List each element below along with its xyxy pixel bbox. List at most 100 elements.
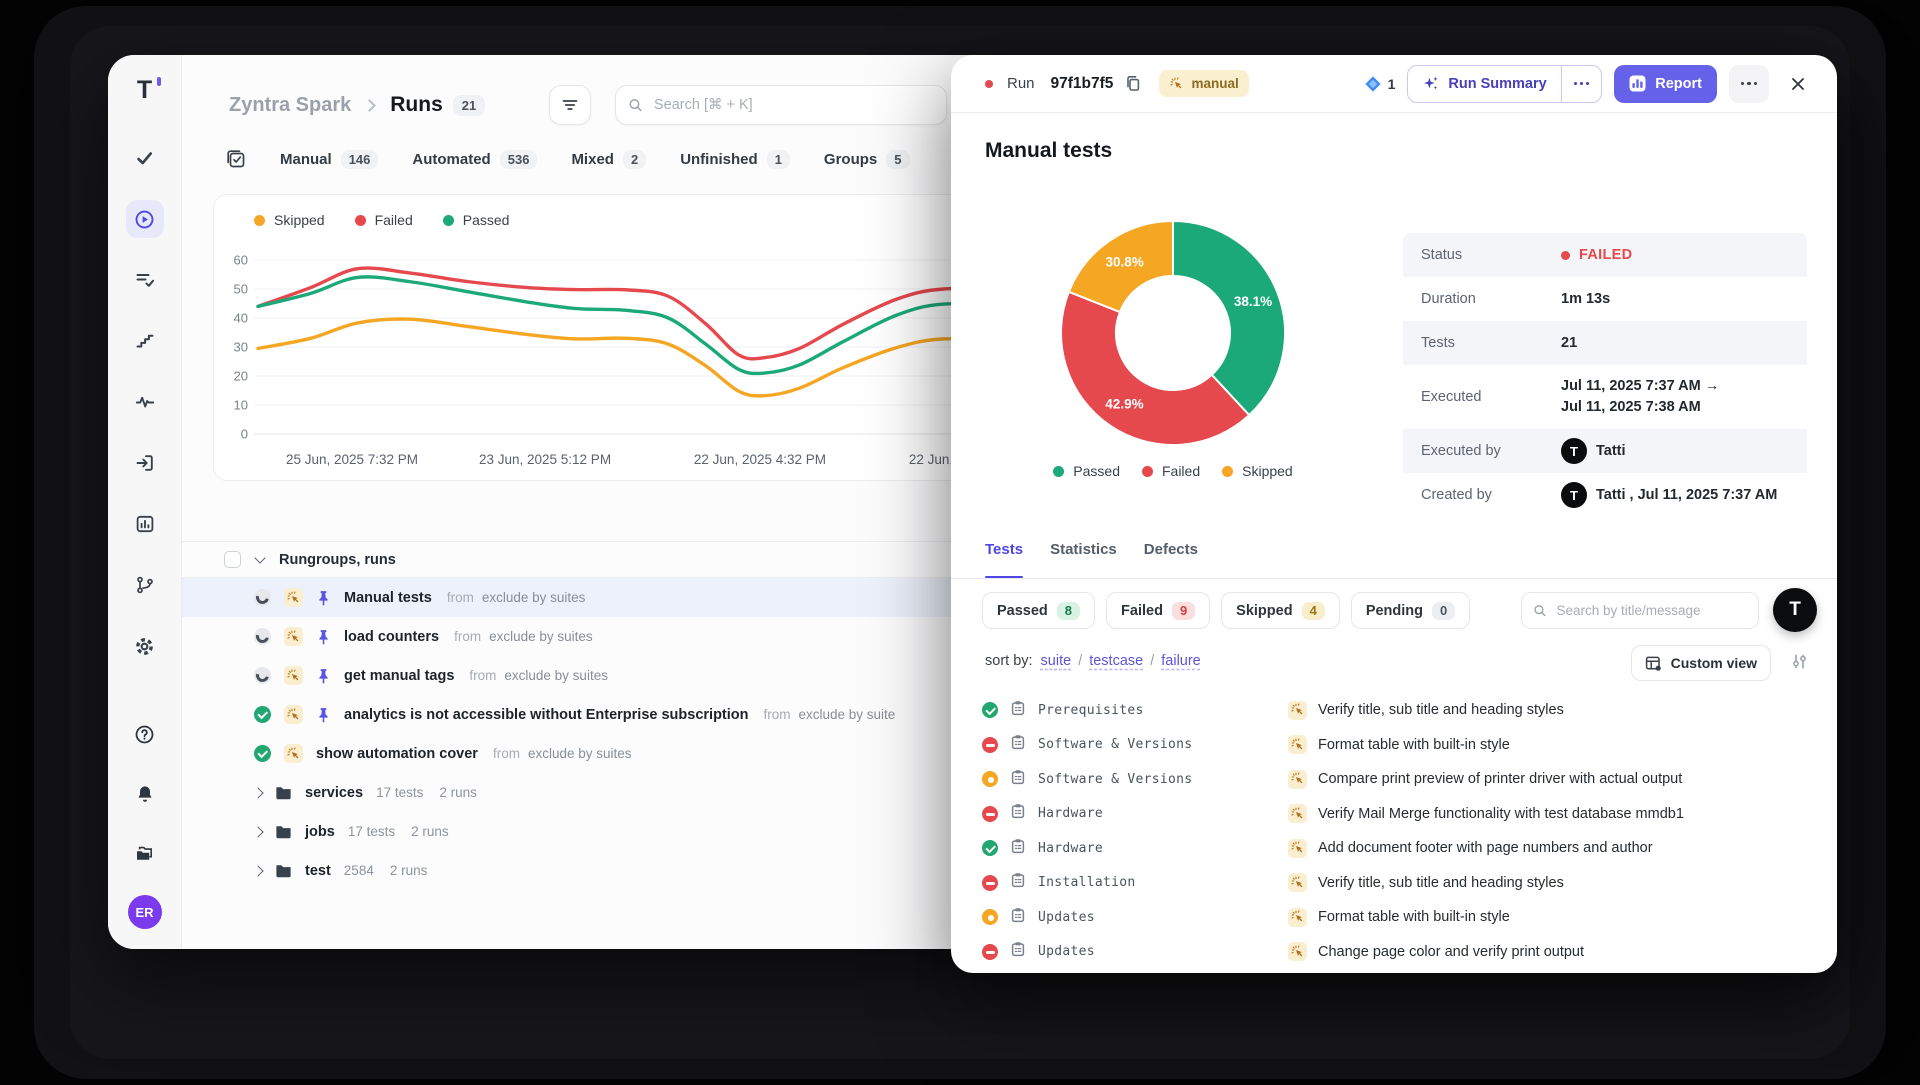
copy-run-id-button[interactable] [1125,75,1141,92]
user-avatar[interactable]: T [1561,438,1587,464]
pin-icon[interactable] [316,590,331,606]
panel-tab[interactable]: Tests [985,541,1023,578]
status-filter-pill[interactable]: Skipped 4 [1221,592,1340,629]
test-row[interactable]: Updates Format table with built-in style [951,900,1837,935]
test-title[interactable]: Compare print preview of printer driver … [1318,771,1682,787]
close-panel-button[interactable] [1781,67,1815,101]
breadcrumb-app-name[interactable]: Zyntra Spark [229,94,351,117]
report-button[interactable]: Report [1614,65,1717,103]
search-input[interactable] [652,96,934,114]
steps-icon [135,331,155,351]
projects-button[interactable] [126,835,164,873]
panel-tab[interactable]: Statistics [1050,541,1117,578]
test-suite-name[interactable]: Software & Versions [1038,772,1192,787]
sidebar-item-activity[interactable] [126,383,164,421]
run-type-tab[interactable]: Unfinished 1 [680,150,790,169]
test-row[interactable]: Updates Change page color and verify pri… [951,935,1837,970]
results-donut-chart: 38.1%42.9%30.8% [1048,208,1298,458]
test-title[interactable]: Verify title, sub title and heading styl… [1318,702,1564,718]
test-suite-name[interactable]: Updates [1038,910,1095,925]
source-suite-link[interactable]: exclude by suites [489,629,593,644]
run-name[interactable]: analytics is not accessible without Ente… [344,707,749,723]
folder-glyph [275,785,292,800]
run-type-tab[interactable]: Mixed 2 [571,150,646,169]
test-suite-name[interactable]: Updates [1038,944,1095,959]
test-title[interactable]: Verify title, sub title and heading styl… [1318,875,1564,891]
sidebar-item-runs[interactable] [126,200,164,238]
sidebar-item-test-lists[interactable] [126,261,164,299]
test-row[interactable]: Prerequisites Verify title, sub title an… [951,693,1837,728]
sort-link-testcase[interactable]: testcase [1089,653,1143,669]
sidebar-item-settings[interactable] [126,627,164,665]
status-filter-pill[interactable]: Passed 8 [982,592,1095,629]
run-type-tab[interactable]: Groups 5 [824,150,910,169]
custom-view-button[interactable]: Custom view [1631,645,1771,681]
test-suite-name[interactable]: Software & Versions [1038,737,1192,752]
test-row[interactable]: Hardware Add document footer with page n… [951,831,1837,866]
pin-icon[interactable] [316,629,331,645]
select-all-checkbox[interactable] [224,551,241,568]
test-title[interactable]: Verify Mail Merge functionality with tes… [1318,806,1684,822]
filter-button[interactable] [549,85,591,125]
run-summary-button[interactable]: Run Summary [1408,66,1560,102]
test-title[interactable]: Format table with built-in style [1318,909,1510,925]
panel-title: Manual tests [985,139,1837,163]
test-row[interactable]: Software & Versions Compare print previe… [951,762,1837,797]
pin-icon[interactable] [316,707,331,723]
user-avatar[interactable]: T [1561,482,1587,508]
source-suite-link[interactable]: exclude by suites [528,746,632,761]
notifications-button[interactable] [126,775,164,813]
source-suite-link[interactable]: exclude by suites [482,590,586,605]
sidebar-item-milestones[interactable] [126,322,164,360]
sidebar-item-checks[interactable] [126,139,164,177]
sidebar-item-reports[interactable] [126,505,164,543]
run-name[interactable]: get manual tags [344,668,454,684]
status-filter-pill[interactable]: Failed 9 [1106,592,1210,629]
source-suite-link[interactable]: exclude by suites [504,668,608,683]
panel-more-button[interactable] [1729,65,1769,103]
app-logo[interactable]: T [130,75,160,105]
run-name[interactable]: show automation cover [316,746,478,762]
test-title[interactable]: Add document footer with page numbers an… [1318,840,1653,856]
run-summary-more-button[interactable] [1561,66,1602,102]
view-settings-button[interactable] [1790,653,1809,675]
version-indicator[interactable]: 1 [1364,75,1396,93]
test-suite-name[interactable]: Hardware [1038,841,1103,856]
test-row[interactable]: Software & Versions Format table with bu… [951,728,1837,763]
source-suite-link[interactable]: exclude by suite [799,707,896,722]
run-name[interactable]: Manual tests [344,590,432,606]
sort-link-failure[interactable]: failure [1161,653,1201,669]
checklist-icon[interactable] [226,149,246,169]
test-suite-name[interactable]: Installation [1038,875,1136,890]
assistant-avatar[interactable]: T [1773,588,1817,632]
run-name[interactable]: services [305,785,363,801]
test-suite-name[interactable]: Prerequisites [1038,703,1144,718]
run-name[interactable]: load counters [344,629,439,645]
run-name[interactable]: test [305,863,331,879]
test-row[interactable]: Installation Verify title, sub title and… [951,866,1837,901]
test-suite-name[interactable]: Hardware [1038,806,1103,821]
pin-icon[interactable] [316,668,331,684]
test-row[interactable] [951,969,1837,973]
cursor-click-glyph [1291,772,1305,786]
info-value: Jul 11, 2025 7:37 AM → Jul 11, 2025 7:38… [1561,376,1719,418]
run-type-tab[interactable]: Automated 536 [412,150,537,169]
tabs-container: Manual 146 Automated 536 Mixed 2 Unfinis… [280,150,910,169]
sort-link-suite[interactable]: suite [1041,653,1072,669]
chevron-right-icon[interactable] [252,865,263,876]
test-title[interactable]: Change page color and verify print outpu… [1318,944,1584,960]
test-row[interactable]: Hardware Verify Mail Merge functionality… [951,797,1837,832]
tests-search-input[interactable] [1554,602,1747,619]
status-filter-pill[interactable]: Pending 0 [1351,592,1470,629]
panel-tab[interactable]: Defects [1144,541,1198,578]
run-type-tab[interactable]: Manual 146 [280,150,378,169]
collapse-chevron-icon[interactable] [254,552,265,563]
run-name[interactable]: jobs [305,824,335,840]
chevron-right-icon[interactable] [252,826,263,837]
sidebar-item-branches[interactable] [126,566,164,604]
help-button[interactable] [126,715,164,753]
user-avatar[interactable]: ER [128,895,162,929]
sidebar-item-import[interactable] [126,444,164,482]
test-title[interactable]: Format table with built-in style [1318,737,1510,753]
chevron-right-icon[interactable] [252,787,263,798]
